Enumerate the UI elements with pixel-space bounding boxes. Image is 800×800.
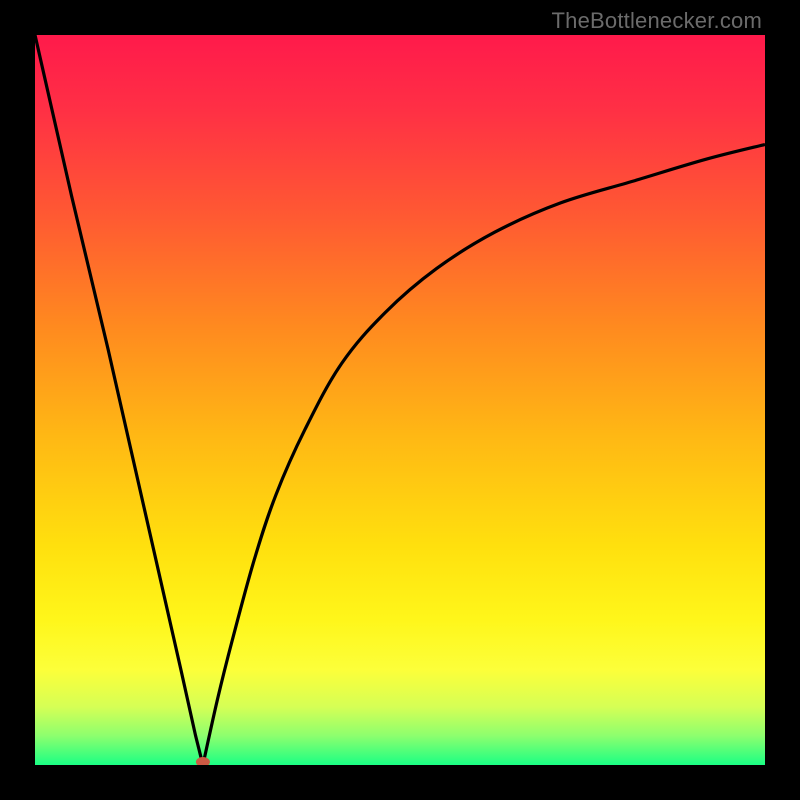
chart-frame: TheBottlenecker.com bbox=[0, 0, 800, 800]
curve-right-branch bbox=[203, 145, 765, 766]
minimum-marker bbox=[196, 757, 210, 765]
curve-left-branch bbox=[35, 35, 203, 765]
attribution-label: TheBottlenecker.com bbox=[552, 8, 762, 34]
plot-area bbox=[35, 35, 765, 765]
bottleneck-curve bbox=[35, 35, 765, 765]
